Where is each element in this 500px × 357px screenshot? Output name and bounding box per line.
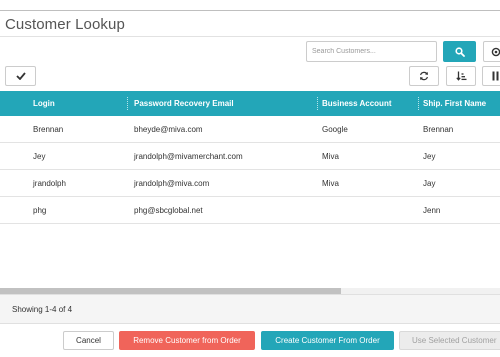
cell-login: Brennan [33, 125, 64, 134]
column-resize-handle[interactable] [418, 97, 419, 110]
refresh-icon [420, 71, 428, 81]
title-divider [0, 36, 500, 37]
use-selected-customer-button[interactable]: Use Selected Customer [399, 331, 500, 350]
dialog-title: Customer Lookup [5, 16, 125, 33]
table-row[interactable]: Brennan bheyde@miva.com Google Brennan [0, 116, 500, 143]
cell-ship-first-name: Jenn [423, 206, 441, 215]
table-row[interactable]: phg phg@sbcglobal.net Jenn [0, 197, 500, 224]
cell-login: jrandolph [33, 179, 66, 188]
column-header-login[interactable]: Login [33, 91, 55, 116]
select-all-button[interactable] [5, 66, 36, 86]
check-icon [15, 72, 26, 80]
table-row[interactable]: jrandolph jrandolph@miva.com Miva Jay [0, 170, 500, 197]
grid-status-bar: Showing 1-4 of 4 [0, 294, 500, 324]
grid-header: Login Password Recovery Email Business A… [0, 91, 500, 116]
sort-button[interactable] [446, 66, 476, 86]
column-resize-handle[interactable] [317, 97, 318, 110]
gear-icon [491, 47, 500, 56]
search-button[interactable] [443, 41, 476, 62]
cell-business-account: Miva [322, 152, 339, 161]
create-customer-button[interactable]: Create Customer From Order [261, 331, 394, 350]
columns-button[interactable] [482, 66, 500, 86]
cell-ship-first-name: Jey [423, 152, 436, 161]
column-header-ship-first-name[interactable]: Ship. First Name [423, 91, 486, 116]
column-header-password-recovery-email[interactable]: Password Recovery Email [134, 91, 234, 116]
column-resize-handle[interactable] [127, 97, 128, 110]
cell-ship-first-name: Brennan [423, 125, 454, 134]
cell-email: phg@sbcglobal.net [134, 206, 203, 215]
options-button[interactable] [483, 41, 500, 62]
cell-login: phg [33, 206, 47, 215]
columns-icon [492, 71, 499, 81]
cell-login: Jey [33, 152, 46, 161]
remove-customer-button[interactable]: Remove Customer from Order [119, 331, 255, 350]
search-input[interactable] [306, 41, 437, 62]
dialog-top-border [0, 10, 500, 11]
cancel-button[interactable]: Cancel [63, 331, 114, 350]
sort-icon [455, 71, 466, 81]
cell-email: jrandolph@mivamerchant.com [134, 152, 243, 161]
table-row[interactable]: Jey jrandolph@mivamerchant.com Miva Jey [0, 143, 500, 170]
cell-business-account: Miva [322, 179, 339, 188]
refresh-button[interactable] [409, 66, 439, 86]
cell-business-account: Google [322, 125, 348, 134]
status-text: Showing 1-4 of 4 [12, 305, 73, 314]
cell-ship-first-name: Jay [423, 179, 436, 188]
cell-email: bheyde@miva.com [134, 125, 203, 134]
cell-email: jrandolph@miva.com [134, 179, 210, 188]
column-header-business-account[interactable]: Business Account [322, 91, 392, 116]
search-icon [454, 46, 465, 57]
